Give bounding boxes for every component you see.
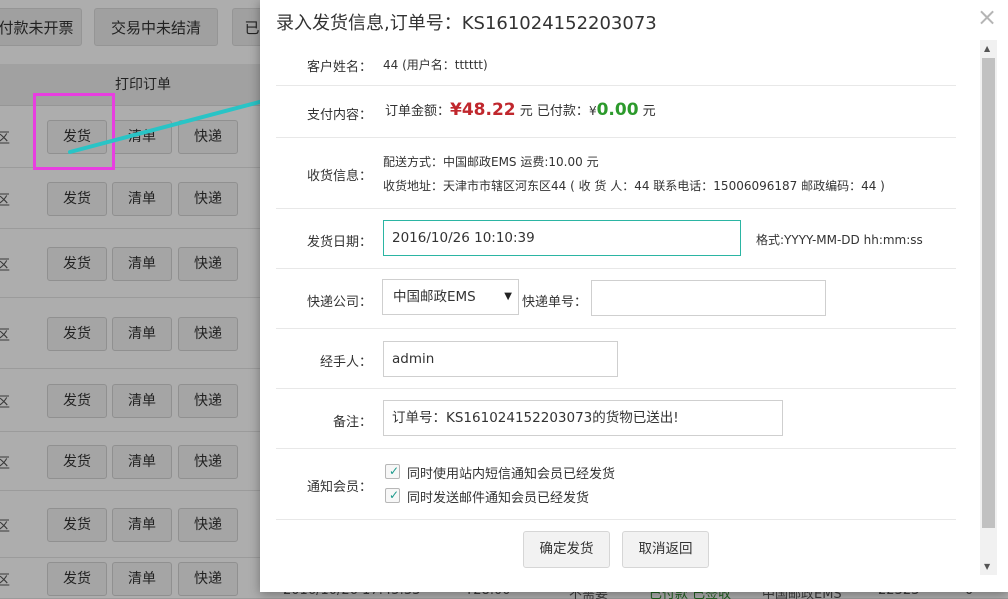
payment-info: 订单金额：¥48.22 元 已付款：¥0.00 元 (385, 100, 656, 120)
unit-yuan: 元 (519, 104, 533, 119)
chevron-down-icon: ▼ (504, 291, 512, 302)
order-amount-label: 订单金额： (385, 104, 451, 119)
notify-sms-label: 同时使用站内短信通知会员已经发货 (407, 467, 616, 482)
remark-label: 备注： (332, 415, 372, 430)
order-amount: ¥48.22 (450, 100, 516, 120)
handler-input[interactable]: admin (383, 341, 618, 377)
notify-email-label: 同时发送邮件通知会员已经发货 (407, 491, 590, 506)
row-customer: 客户姓名： 44 (用户名：tttttt) (276, 40, 956, 86)
scroll-down-icon[interactable]: ▼ (984, 562, 990, 571)
courier-selected: 中国邮政EMS (393, 289, 476, 305)
handler-label: 经手人： (319, 355, 372, 370)
payment-label: 支付内容： (306, 108, 372, 123)
customer-value: 44 (用户名：tttttt) (383, 58, 488, 72)
close-icon[interactable]: × (976, 5, 998, 29)
notify-sms-checkbox[interactable]: ✓ (385, 464, 400, 479)
row-receipt: 收货信息： 配送方式：中国邮政EMS 运费:10.00 元 收货地址：天津市市辖… (276, 138, 956, 209)
receipt-label: 收货信息： (306, 169, 372, 184)
ship-info-dialog: 录入发货信息,订单号：KS161024152203073 × 客户姓名： 44 … (260, 0, 1008, 592)
dialog-title: 录入发货信息,订单号：KS161024152203073 (276, 13, 657, 34)
delivery-method: 配送方式：中国邮政EMS 运费:10.00 元 (383, 155, 599, 169)
row-notify: 通知会员： ✓ 同时使用站内短信通知会员已经发货 ✓ 同时发送邮件通知会员已经发… (276, 449, 956, 520)
date-format-hint: 格式:YYYY-MM-DD hh:mm:ss (756, 233, 923, 247)
dialog-body: 客户姓名： 44 (用户名：tttttt) 支付内容： 订单金额：¥48.22 … (276, 40, 976, 592)
tracking-number-input[interactable] (591, 280, 826, 316)
ship-date-label: 发货日期： (306, 235, 372, 250)
ship-date-input[interactable]: 2016/10/26 10:10:39 (383, 220, 741, 256)
check-icon: ✓ (389, 464, 400, 478)
confirm-ship-button[interactable]: 确定发货 (523, 531, 610, 568)
tracking-label: 快递单号： (522, 295, 588, 310)
scroll-up-icon[interactable]: ▲ (984, 44, 990, 53)
courier-label: 快递公司： (306, 295, 372, 310)
courier-select[interactable]: 中国邮政EMS ▼ (382, 279, 519, 315)
customer-label: 客户姓名： (306, 60, 372, 75)
row-payment: 支付内容： 订单金额：¥48.22 元 已付款：¥0.00 元 (276, 86, 956, 138)
paid-currency: ¥ (588, 104, 597, 118)
delivery-address: 收货地址：天津市市辖区河东区44 ( 收 货 人：44 联系电话：1500609… (383, 179, 885, 193)
notify-label: 通知会员： (306, 480, 372, 495)
scrollbar[interactable]: ▲ ▼ (980, 40, 997, 575)
check-icon: ✓ (389, 488, 400, 502)
paid-label: 已付款： (536, 104, 589, 119)
cancel-return-button[interactable]: 取消返回 (622, 531, 709, 568)
notify-email-checkbox[interactable]: ✓ (385, 488, 400, 503)
unit-yuan-2: 元 (642, 104, 656, 119)
remark-input[interactable]: 订单号：KS161024152203073的货物已送出! (383, 400, 783, 436)
row-handler: 经手人： admin (276, 329, 956, 389)
row-ship-date: 发货日期： 2016/10/26 10:10:39 格式:YYYY-MM-DD … (276, 209, 956, 269)
row-courier: 快递公司： 中国邮政EMS ▼ 快递单号： (276, 269, 956, 329)
scrollbar-thumb[interactable] (982, 58, 995, 528)
row-remark: 备注： 订单号：KS161024152203073的货物已送出! (276, 389, 956, 449)
paid-amount: 0.00 (596, 100, 639, 120)
